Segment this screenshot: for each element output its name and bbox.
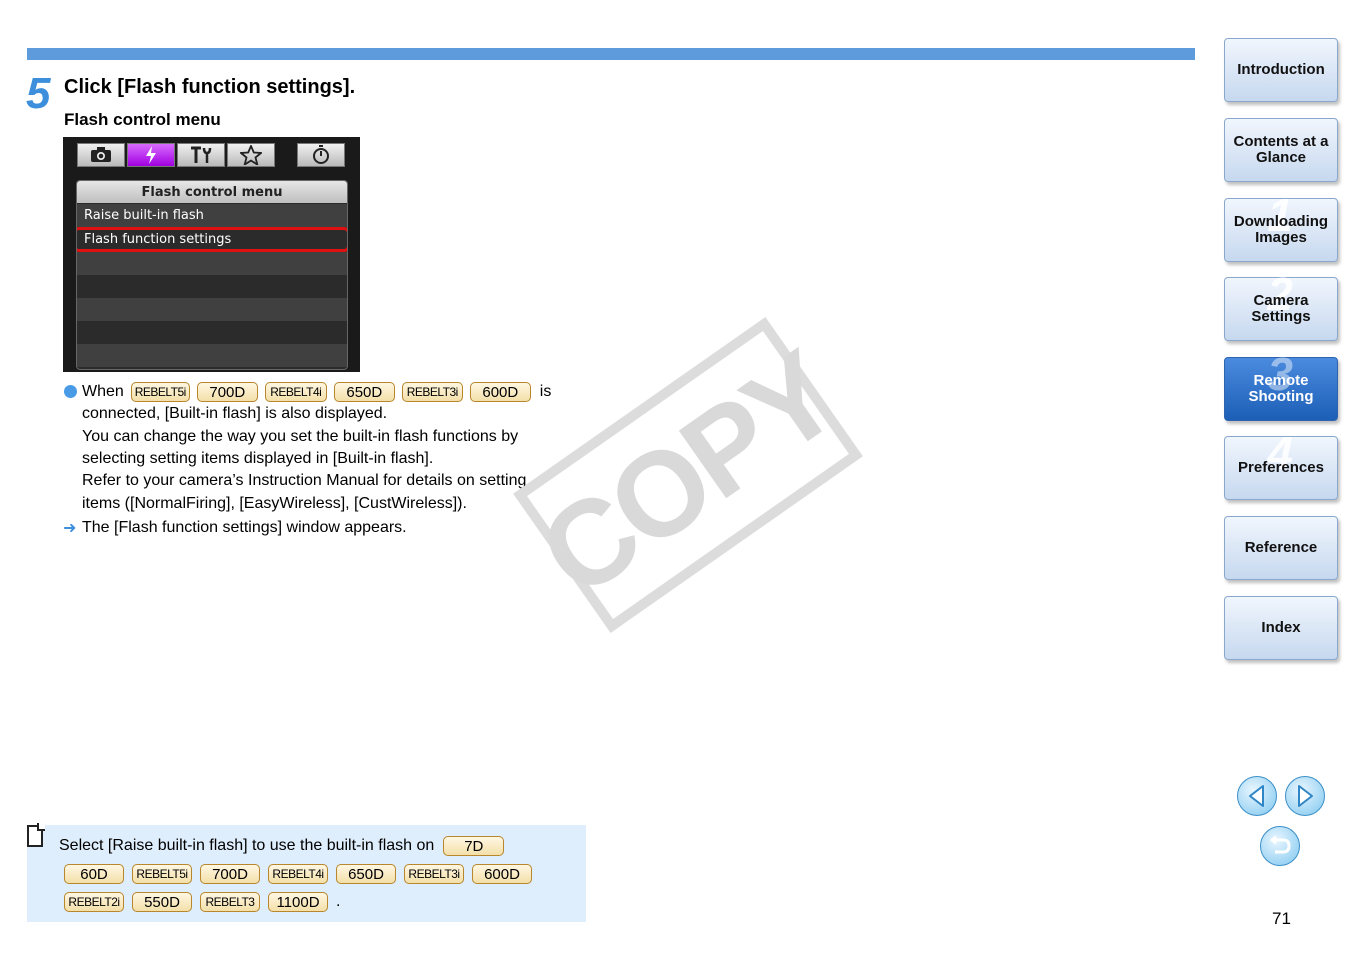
star-icon (227, 143, 275, 167)
sidebar-item-index[interactable]: Index (1224, 596, 1338, 660)
camera-icon (77, 143, 125, 167)
camera-badge: 1100D (268, 892, 328, 912)
highlight-frame (77, 227, 347, 252)
step-number: 5 (26, 69, 51, 118)
when-text: When (82, 383, 124, 400)
menu-empty-row (77, 252, 347, 275)
note-badge-row: REBELT2i 550D REBELT3 1100D . (64, 892, 340, 912)
menu-empty-row (77, 321, 347, 344)
sidebar-item-label: Index (1261, 619, 1301, 636)
camera-badge: 600D (469, 382, 531, 403)
camera-badge: REBELT5i (132, 864, 192, 884)
sidebar-item-label: Remote Shooting (1248, 372, 1314, 405)
note-text: Select [Raise built-in flash] to use the… (59, 837, 435, 854)
sidebar-item-reference[interactable]: Reference (1224, 516, 1338, 580)
camera-badge: 700D (200, 864, 260, 884)
result-text: The [Flash function settings] window app… (82, 519, 407, 536)
sidebar-item-introduction[interactable]: Introduction (1224, 38, 1338, 102)
timer-icon (297, 143, 345, 167)
bullet-line: selecting setting items displayed in [Bu… (82, 450, 434, 467)
camera-badge: REBELT3 (200, 892, 260, 912)
tools-icon (177, 143, 225, 167)
page-number: 71 (1272, 909, 1291, 928)
sidebar-item-label: Contents at a Glance (1233, 133, 1329, 166)
camera-badge: REBELT5i (130, 382, 190, 403)
note-first-line: Select [Raise built-in flash] to use the… (59, 836, 505, 856)
menu-empty-row (77, 275, 347, 298)
sidebar-item-label: Camera Settings (1251, 292, 1311, 325)
is-text: is (539, 383, 552, 400)
next-page-button[interactable] (1285, 776, 1325, 816)
bullet-line: You can change the way you set the built… (82, 428, 519, 445)
menu-empty-row (77, 344, 347, 367)
flash-icon (127, 143, 175, 167)
sidebar-item-preferences[interactable]: 4 Preferences (1224, 430, 1338, 500)
step-title: Click [Flash function settings]. (64, 76, 356, 98)
copy-watermark: COPY (513, 317, 863, 633)
return-button[interactable] (1260, 826, 1300, 866)
bullet-icon (64, 385, 77, 398)
sidebar-item-remote-shooting[interactable]: 3 Remote Shooting (1224, 351, 1338, 421)
camera-badge: 7D (443, 836, 505, 856)
camera-badge: REBELT2i (64, 892, 124, 912)
sidebar-item-label: Downloading Images (1233, 213, 1329, 246)
bullet-line: items ([NormalFiring], [EasyWireless], [… (82, 495, 467, 512)
return-icon (1270, 835, 1291, 854)
camera-badge: REBELT3i (404, 864, 464, 884)
sidebar-item-contents[interactable]: Contents at a Glance (1224, 118, 1338, 182)
camera-badge: REBELT3i (401, 382, 463, 403)
menu-empty-row (77, 298, 347, 321)
bullet-first-line: When REBELT5i 700D REBELT4i 650D REBELT3… (82, 381, 551, 404)
camera-screen: Flash control menu Raise built-in flash … (63, 137, 360, 372)
note-badge-row: 60D REBELT5i 700D REBELT4i 650D REBELT3i… (64, 864, 532, 884)
memo-icon (27, 823, 45, 847)
bullet-line: Refer to your camera’s Instruction Manua… (82, 472, 527, 489)
camera-badge: REBELT4i (264, 382, 327, 403)
camera-tab-bar (77, 143, 345, 169)
camera-badge: 60D (64, 864, 124, 884)
sidebar-item-label: Introduction (1237, 61, 1325, 78)
sidebar-item-label: Reference (1244, 539, 1318, 556)
result-arrow-icon: ➜ (63, 520, 77, 537)
camera-badge: REBELT4i (268, 864, 328, 884)
camera-badge: 650D (333, 382, 395, 403)
right-arrow-icon (1298, 785, 1313, 807)
note-end: . (336, 893, 341, 910)
previous-page-button[interactable] (1237, 776, 1277, 816)
sidebar-item-camera-settings[interactable]: 2 Camera Settings (1224, 271, 1338, 341)
sidebar-item-label: Preferences (1238, 459, 1324, 476)
bullet-line: connected, [Built-in flash] is also disp… (82, 405, 388, 422)
camera-badge: 550D (132, 892, 192, 912)
menu-title: Flash control menu (77, 181, 347, 203)
camera-badge: 700D (196, 382, 258, 403)
camera-badge: 650D (336, 864, 396, 884)
section-subtitle: Flash control menu (64, 110, 221, 129)
camera-badge: 600D (472, 864, 532, 884)
sidebar-item-downloading[interactable]: 1 Downloading Images (1224, 192, 1338, 262)
header-rule (27, 48, 1195, 60)
left-arrow-icon (1249, 785, 1264, 807)
flash-control-menu: Flash control menu Raise built-in flash … (76, 180, 348, 370)
menu-item-raise-flash: Raise built-in flash (77, 204, 347, 227)
